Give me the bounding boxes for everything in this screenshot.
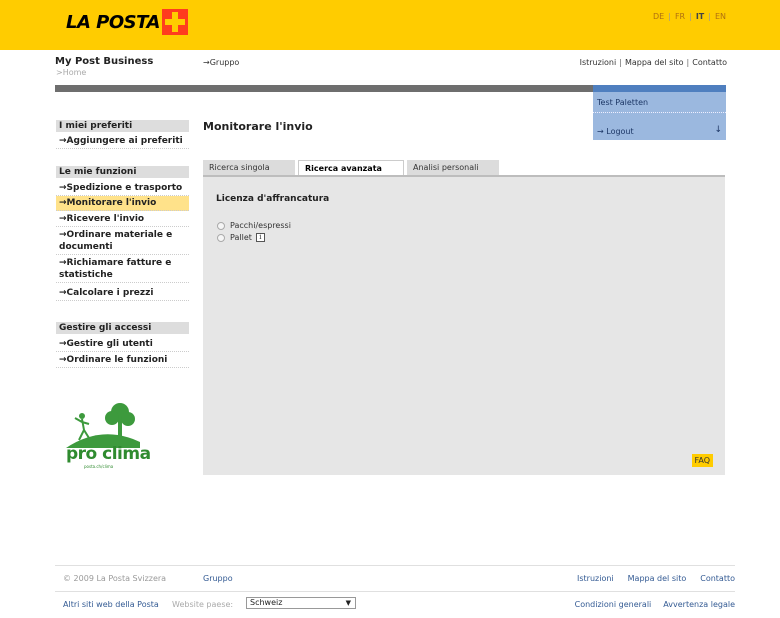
sidebar-item-fatture[interactable]: →Richiamare fatture e statistiche xyxy=(56,256,189,283)
radio-pacchi[interactable] xyxy=(217,221,225,230)
page-title: Monitorare l'invio xyxy=(203,120,313,133)
lang-en[interactable]: EN xyxy=(713,12,728,21)
functions-header: Le mie funzioni xyxy=(56,166,189,178)
sidebar-item-gestire-utenti[interactable]: →Gestire gli utenti xyxy=(56,337,189,352)
la-posta-logo[interactable]: LA POSTA xyxy=(66,9,188,35)
user-box-cap xyxy=(593,85,726,92)
footer-link-contatto[interactable]: Contatto xyxy=(700,574,735,583)
sidebar-item-calcolare[interactable]: →Calcolare i prezzi xyxy=(56,286,189,301)
proclima-tree-icon xyxy=(66,403,140,448)
logout-link[interactable]: → Logout xyxy=(597,127,634,136)
access-header: Gestire gli accessi xyxy=(56,322,189,334)
link-condizioni[interactable]: Condizioni generali xyxy=(575,600,652,609)
sidebar-item-ricevere[interactable]: →Ricevere l'invio xyxy=(56,212,189,227)
top-links: Istruzioni | Mappa del sito | Contatto xyxy=(579,58,727,67)
user-box: Test Paletten → Logout ↓ xyxy=(593,92,726,140)
sidebar-item-ordinare-materiale[interactable]: →Ordinare materiale e documenti xyxy=(56,228,189,255)
copyright: © 2009 La Posta Svizzera xyxy=(63,574,167,583)
option-pallet[interactable]: Pallet i xyxy=(217,233,265,242)
sidebar-item-add-favorites[interactable]: →Aggiungere ai preferiti xyxy=(56,134,189,149)
search-panel: Licenza d'affrancatura Pacchi/espressi P… xyxy=(203,175,725,475)
language-switcher: DE | FR | IT | EN xyxy=(651,12,728,21)
arrow-down-icon[interactable]: ↓ xyxy=(714,125,722,135)
footer-links: Istruzioni Mappa del sito Contatto xyxy=(563,574,735,583)
link-istruzioni[interactable]: Istruzioni xyxy=(580,58,617,67)
footer-divider-2 xyxy=(55,591,735,592)
brand-title[interactable]: My Post Business xyxy=(55,56,153,67)
posthorn-cross-icon xyxy=(161,9,188,35)
option-pacchi-label: Pacchi/espressi xyxy=(230,221,291,230)
radio-pallet[interactable] xyxy=(217,233,225,242)
chevron-down-icon: ▼ xyxy=(345,599,351,607)
sidebar-item-spedizione[interactable]: →Spedizione e trasporto xyxy=(56,181,189,196)
link-avvertenza[interactable]: Avvertenza legale xyxy=(663,600,735,609)
legal-links: Condizioni generali Avvertenza legale xyxy=(563,600,735,609)
proclima-logo[interactable]: pro clima posta.ch/clima xyxy=(62,402,172,472)
lang-fr[interactable]: FR xyxy=(673,12,687,21)
lang-de[interactable]: DE xyxy=(651,12,666,21)
top-bar: LA POSTA DE | FR | IT | EN xyxy=(0,0,780,50)
country-select-value: Schweiz xyxy=(250,598,283,607)
link-contatto[interactable]: Contatto xyxy=(692,58,727,67)
logo-text: LA POSTA xyxy=(66,11,160,33)
option-pacchi[interactable]: Pacchi/espressi xyxy=(217,221,291,230)
user-name: Test Paletten xyxy=(597,98,649,107)
sidebar-item-ordinare-funzioni[interactable]: →Ordinare le funzioni xyxy=(56,353,189,368)
favorites-header: I miei preferiti xyxy=(56,120,189,132)
info-icon[interactable]: i xyxy=(255,233,265,242)
header-divider xyxy=(55,85,593,92)
country-label: Website paese: xyxy=(172,600,234,609)
tab-ricerca-singola[interactable]: Ricerca singola xyxy=(203,160,295,175)
faq-button[interactable]: FAQ xyxy=(691,454,713,467)
link-mappa-sito[interactable]: Mappa del sito xyxy=(625,58,684,67)
section-title: Licenza d'affrancatura xyxy=(216,194,330,204)
user-box-divider xyxy=(593,112,726,113)
breadcrumb-home[interactable]: >Home xyxy=(56,68,86,77)
sidebar-item-monitorare[interactable]: →Monitorare l'invio xyxy=(56,196,189,211)
footer-link-mappa[interactable]: Mappa del sito xyxy=(628,574,687,583)
lang-it[interactable]: IT xyxy=(694,12,706,21)
option-pallet-label: Pallet xyxy=(230,233,252,242)
country-select[interactable]: Schweiz ▼ xyxy=(246,597,356,609)
proclima-text: pro clima xyxy=(66,444,151,464)
footer-divider xyxy=(55,565,735,566)
gruppo-link[interactable]: →Gruppo xyxy=(203,58,239,67)
footer-link-istruzioni[interactable]: Istruzioni xyxy=(577,574,614,583)
tab-ricerca-avanzata[interactable]: Ricerca avanzata xyxy=(298,160,404,175)
proclima-url: posta.ch/clima xyxy=(84,464,114,469)
other-sites-link[interactable]: Altri siti web della Posta xyxy=(63,600,159,609)
footer-gruppo-link[interactable]: Gruppo xyxy=(203,574,233,583)
tab-analisi-personali[interactable]: Analisi personali xyxy=(407,160,499,175)
